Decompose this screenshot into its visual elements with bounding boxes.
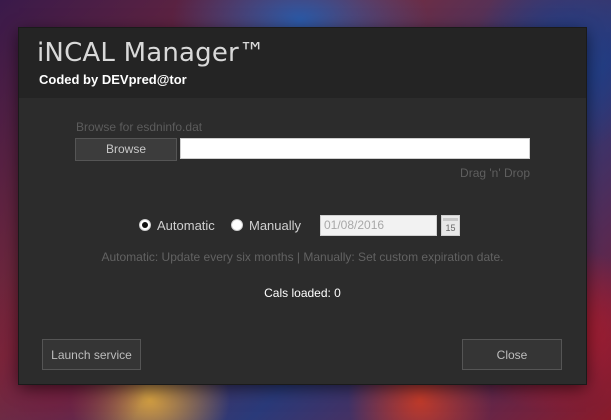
calendar-button[interactable]: 15 [441, 215, 460, 236]
file-path-input[interactable] [180, 138, 530, 159]
app-subtitle: Coded by DEVpred@tor [39, 72, 187, 87]
window-header: iNCAL Manager™ Coded by DEVpred@tor [19, 28, 586, 98]
drag-drop-hint: Drag 'n' Drop [460, 166, 530, 180]
automatic-option[interactable]: Automatic [139, 216, 215, 234]
mode-hint: Automatic: Update every six months | Man… [101, 250, 504, 264]
cals-loaded-status: Cals loaded: 0 [264, 286, 341, 300]
app-title: iNCAL Manager™ [37, 38, 266, 68]
incal-manager-window: iNCAL Manager™ Coded by DEVpred@tor Brow… [19, 28, 586, 384]
calendar-day: 15 [445, 223, 456, 233]
calendar-icon [443, 218, 458, 221]
launch-service-button[interactable]: Launch service [42, 339, 141, 370]
browse-button[interactable]: Browse [75, 138, 177, 161]
browse-label: Browse for esdninfo.dat [76, 120, 203, 134]
manual-label: Manually [249, 217, 302, 233]
manual-radio[interactable] [231, 219, 243, 231]
manual-option[interactable]: Manually [231, 216, 301, 234]
automatic-radio[interactable] [139, 219, 151, 231]
close-button[interactable]: Close [462, 339, 562, 370]
automatic-label: Automatic [157, 217, 215, 233]
expiration-date-input[interactable]: 01/08/2016 [320, 215, 437, 236]
